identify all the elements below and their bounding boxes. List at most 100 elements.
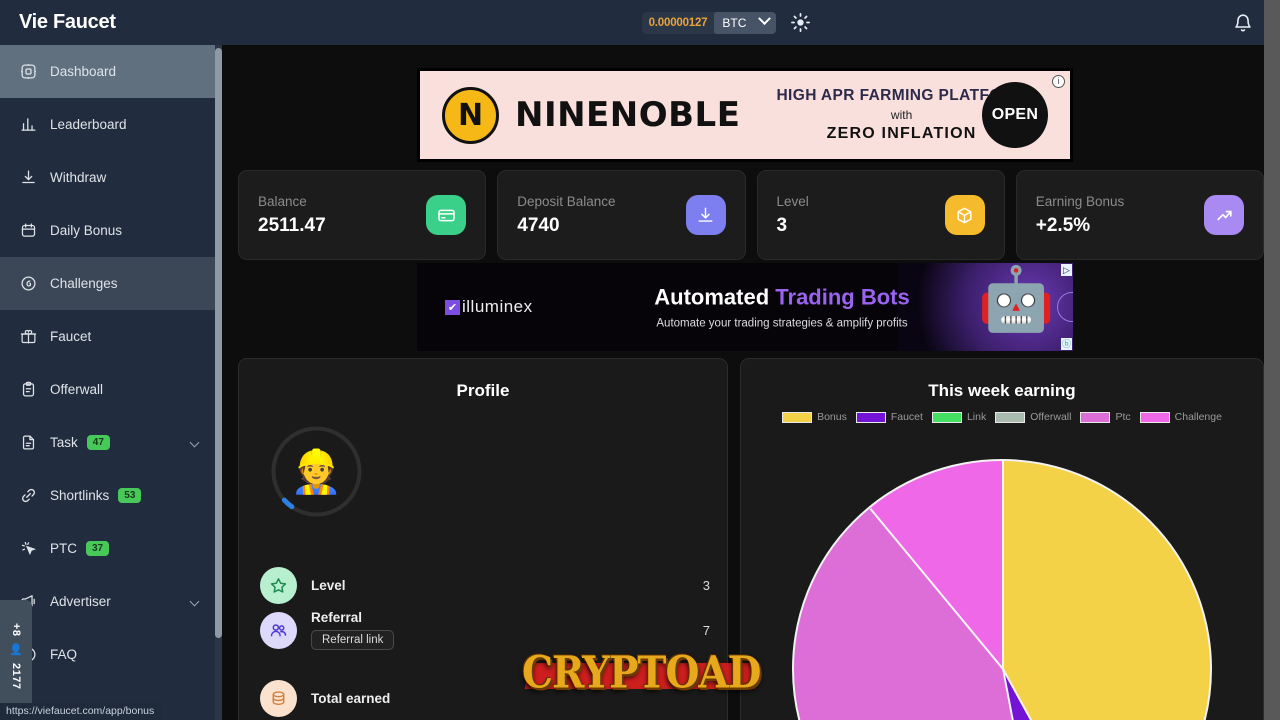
ad-choices-bottom-icon[interactable]: ⓑ [1061,338,1072,350]
sidebar-item-ptc[interactable]: PTC 37 [0,522,222,575]
currency-select-wrap[interactable]: BTCLTCDOGEETHTRX [714,11,777,34]
legend-swatch [995,411,1026,423]
profile-row-label: Level [311,577,346,593]
calendar-icon [19,221,38,240]
balance-pill[interactable]: 0.00000127 BTCLTCDOGEETHTRX [641,11,777,34]
sidebar-item-daily-bonus[interactable]: Daily Bonus [0,204,222,257]
sidebar-item-label: Offerwall [50,382,104,397]
sidebar-item-leaderboard[interactable]: Leaderboard [0,98,222,151]
download-icon [685,195,726,235]
sidebar-item-badge: 47 [86,435,110,450]
currency-select[interactable]: BTCLTCDOGEETHTRX [714,11,777,34]
referral-link-button[interactable]: Referral link [311,630,395,650]
user-icon: 👤 [9,642,22,657]
stat-card-earning-bonus[interactable]: Earning Bonus +2.5% [1015,170,1264,260]
sidebar-item-shortlinks[interactable]: Shortlinks 53 [0,469,222,522]
users-icon [260,611,297,649]
download-icon [19,168,38,187]
legend-swatch [782,411,813,423]
legend-swatch [1080,411,1111,423]
cursor-click-icon [19,539,38,558]
sidebar-item-dashboard[interactable]: Dashboard [0,45,222,98]
legend-item-offerwall[interactable]: Offerwall [995,411,1071,423]
stat-card-balance[interactable]: Balance 2511.47 [238,170,487,260]
bell-icon[interactable] [1228,8,1258,38]
status-bar-url: https://viefaucet.com/app/bonus [0,703,162,720]
sidebar-item-faq[interactable]: FAQ [0,628,222,681]
sidebar-item-label: Challenges [50,276,118,291]
sidebar-item-label: Task [50,435,78,450]
ninenoble-name: NINENOBLE [515,95,741,135]
sidebar-item-advertiser[interactable]: Advertiser [0,575,222,628]
legend-item-link[interactable]: Link [931,411,987,423]
chart-title: This week earning [928,381,1076,400]
legend-item-faucet[interactable]: Faucet [855,411,923,423]
ad-banner-ninenoble-inner: N NINENOBLE HIGH APR FARMING PLATFORM wi… [420,71,1070,159]
letterbox-right [1264,0,1280,720]
chevron-down-icon[interactable] [189,596,200,607]
profile-row-main: Referral Referral link [311,610,703,650]
sidebar-item-challenges[interactable]: Challenges [0,257,222,310]
legend-swatch [1139,411,1170,423]
stat-card-deposit-balance[interactable]: Deposit Balance 4740 [497,170,746,260]
document-icon [19,433,38,452]
topbar-center-group: 0.00000127 BTCLTCDOGEETHTRX [225,11,1228,34]
illuminex-logo: ✔ illuminex [445,297,533,317]
legend-label: Link [966,411,987,423]
sidebar-item-label: Withdraw [50,170,107,185]
profile-panel-title: Profile [456,381,510,400]
profile-row-label: Referral [311,610,363,625]
legend-item-bonus[interactable]: Bonus [782,411,847,423]
sidebar-item-badge: 53 [118,488,142,503]
live-visitors-widget[interactable]: +8 👤 2177 [0,600,32,712]
stat-card-row: Balance 2511.47 Deposit Balance 4740 Level 3 E… [238,170,1264,260]
info-icon[interactable]: i [1052,75,1065,88]
ad-choices-top-icon[interactable]: ▷ [1061,264,1072,276]
pie-chart[interactable] [792,459,1212,720]
chart-bars-icon [19,115,38,134]
legend-label: Offerwall [1030,411,1072,423]
ninenoble-open-button[interactable]: OPEN [982,82,1048,148]
sun-icon[interactable] [789,12,811,34]
live-visitors-count: 2177 [10,662,22,689]
legend-item-challenge[interactable]: Challenge [1139,411,1222,423]
pie-slice-separator [1002,461,1004,669]
card-icon [426,195,467,235]
sidebar-item-label: Dashboard [50,64,117,79]
sidebar-item-faucet[interactable]: Faucet [0,310,222,363]
sidebar-scrollbar-thumb[interactable] [215,48,222,638]
sidebar-item-task[interactable]: Task 47 [0,416,222,469]
illuminex-heading-1: Automated [654,284,770,310]
legend-label: Ptc [1115,411,1131,423]
profile-row-value: 3 [702,577,710,593]
check-icon: ✔ [445,299,460,315]
legend-label: Challenge [1174,411,1222,423]
clipboard-icon [19,380,38,399]
live-visitors-delta: +8 [10,623,22,637]
link-icon [19,486,38,505]
legend-label: Bonus [817,411,847,423]
illuminex-wordmark: illuminex [462,297,533,316]
app-brand: Vie Faucet [19,11,116,33]
legend-swatch [855,411,886,423]
star-icon [260,566,297,604]
stat-card-level[interactable]: Level 3 [756,170,1005,260]
chevron-down-icon[interactable] [189,437,200,448]
sidebar-item-badge: 37 [86,541,110,556]
sidebar-item-withdraw[interactable]: Withdraw [0,151,222,204]
profile-row-main: Level [311,578,703,593]
profile-progress-ring: 👷 [269,424,364,519]
legend-item-ptc[interactable]: Ptc [1080,411,1131,423]
profile-row-value: 7 [702,622,710,638]
gift-icon [19,327,38,346]
ad-banner-illuminex[interactable]: 🤖 ✔ illuminex Automated Trading Bots Aut… [417,263,1073,351]
ad-banner-ninenoble[interactable]: N NINENOBLE HIGH APR FARMING PLATFORM wi… [417,68,1073,162]
earnings-chart-panel: This week earning Bonus Faucet Link Offerwa… [740,358,1264,720]
fire-icon [19,274,38,293]
sidebar-item-label: Daily Bonus [50,223,123,238]
sidebar-item-offerwall[interactable]: Offerwall [0,363,222,416]
pie-slice-separator [1002,668,1105,720]
illuminex-copy: Automated Trading Bots Automate your tra… [567,285,997,330]
chart-legend: Bonus Faucet Link Offerwall Ptc Challenge [741,411,1263,423]
pie-slice-separator [869,508,1004,670]
